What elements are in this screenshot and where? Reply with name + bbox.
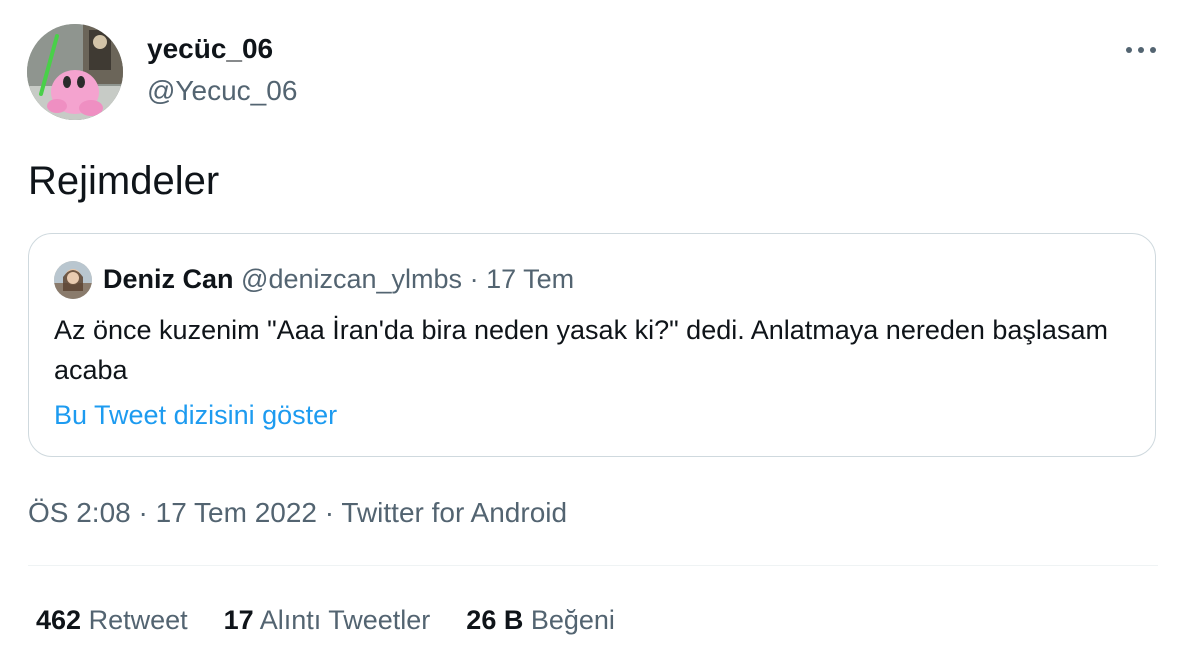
divider (28, 565, 1158, 566)
retweet-count[interactable]: 462 Retweet (36, 605, 188, 635)
like-count[interactable]: 26 B Beğeni (466, 605, 615, 635)
quoted-display-name: Deniz Can (103, 264, 234, 294)
stat-label: Beğeni (530, 605, 615, 635)
tweet-meta: ÖS 2:08 · 17 Tem 2022 · Twitter for Andr… (28, 496, 567, 530)
quoted-text: Az önce kuzenim "Aaa İran'da bira neden … (54, 315, 1108, 385)
avatar-photo-icon (54, 261, 92, 299)
stat-value: 462 (36, 605, 82, 635)
stat-label: Alıntı Tweetler (259, 605, 431, 635)
quoted-handle: @denizcan_ylmbs (241, 264, 463, 294)
author-avatar[interactable] (27, 24, 123, 120)
avatar-pink-creature-icon (27, 24, 123, 120)
quote-tweet-count[interactable]: 17 Alıntı Tweetler (224, 605, 431, 635)
quoted-date: 17 Tem (486, 264, 575, 294)
quoted-header: Deniz Can @denizcan_ylmbs · 17 Tem (103, 262, 574, 296)
meta-separator-1: · (138, 497, 148, 528)
author-display-name[interactable]: yecüc_06 (147, 32, 273, 66)
quoted-tweet-card[interactable]: Deniz Can @denizcan_ylmbs · 17 Tem Az ön… (28, 233, 1156, 457)
stat-value: 17 (223, 605, 254, 635)
more-options-icon (1126, 47, 1156, 53)
tweet-source[interactable]: Twitter for Android (341, 497, 567, 528)
show-thread-link[interactable]: Bu Tweet dizisini göster (54, 398, 337, 432)
tweet-text: Rejimdeler (28, 159, 220, 203)
tweet-detail: yecüc_06 @Yecuc_06 Rejimdeler Deniz Can … (0, 0, 1188, 666)
quoted-author-avatar (54, 261, 92, 299)
tweet-stats: 462 Retweet 17 Alıntı Tweetler 26 B Beğeni (36, 603, 651, 637)
stat-label: Retweet (88, 605, 188, 635)
tweet-time[interactable]: ÖS 2:08 (28, 497, 131, 528)
author-handle[interactable]: @Yecuc_06 (147, 74, 297, 108)
tweet-date[interactable]: 17 Tem 2022 (156, 497, 317, 528)
quoted-separator: · (469, 264, 479, 294)
stat-value: 26 B (466, 605, 524, 635)
more-options-button[interactable] (1117, 36, 1165, 64)
meta-separator-2: · (324, 497, 335, 528)
